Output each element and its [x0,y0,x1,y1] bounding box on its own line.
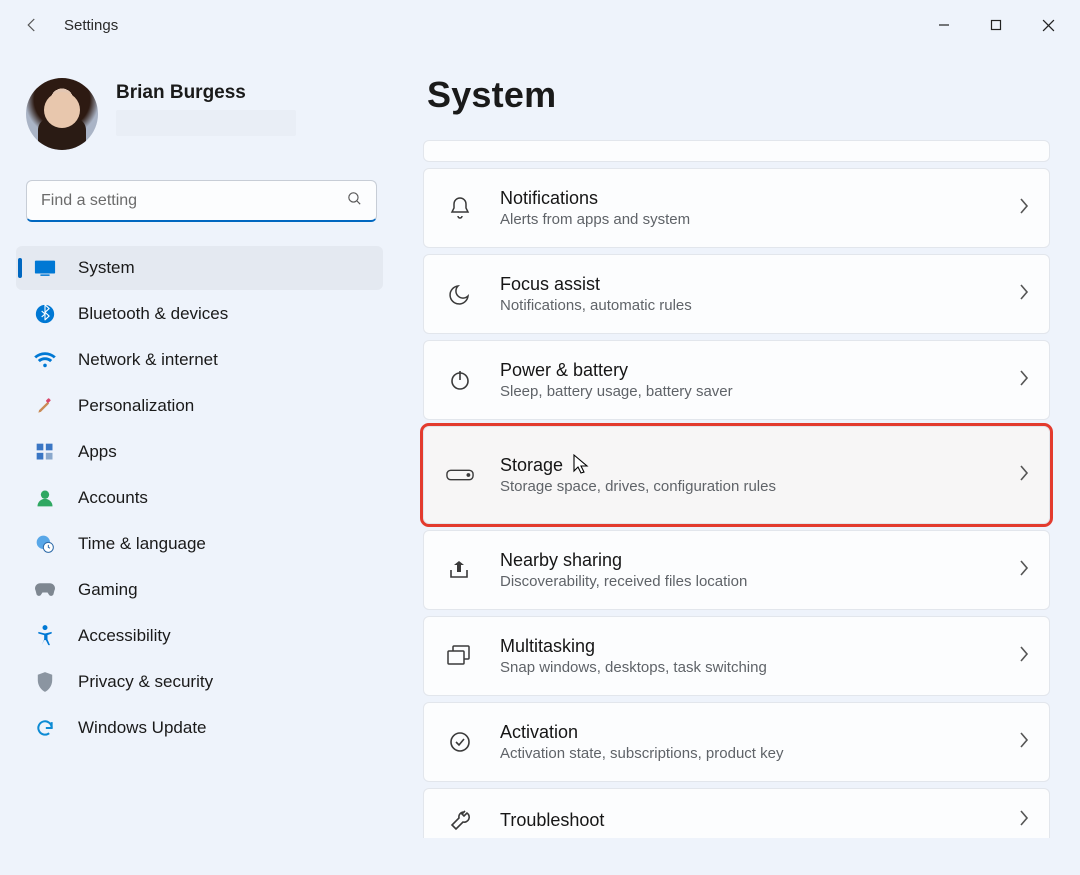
card-storage[interactable]: Storage Storage space, drives, configura… [423,426,1050,524]
page-title: System [427,74,1050,116]
card-nearby-sharing[interactable]: Nearby sharing Discoverability, received… [423,530,1050,610]
wrench-icon [446,807,474,835]
sidebar-item-accounts[interactable]: Accounts [16,476,383,520]
clock-globe-icon [34,533,56,555]
apps-icon [34,441,56,463]
chevron-right-icon [1019,370,1029,391]
card-focus-assist[interactable]: Focus assist Notifications, automatic ru… [423,254,1050,334]
titlebar: Settings [0,0,1080,50]
paintbrush-icon [34,395,56,417]
sidebar-item-network[interactable]: Network & internet [16,338,383,382]
search-icon [346,190,363,212]
gamepad-icon [34,579,56,601]
card-subtitle: Alerts from apps and system [500,211,993,228]
sidebar-item-label: Gaming [78,580,138,600]
chevron-right-icon [1019,465,1029,486]
profile-name: Brian Burgess [116,78,296,104]
sidebar-item-privacy[interactable]: Privacy & security [16,660,383,704]
checkmark-circle-icon [446,728,474,756]
card-subtitle: Snap windows, desktops, task switching [500,659,993,676]
sidebar-item-label: Network & internet [78,350,218,370]
card-subtitle: Activation state, subscriptions, product… [500,745,993,762]
card-title: Multitasking [500,636,993,657]
maximize-button[interactable] [970,5,1022,45]
sidebar-item-label: Privacy & security [78,672,213,692]
card-subtitle: Discoverability, received files location [500,573,993,590]
chevron-right-icon [1019,732,1029,753]
sidebar-item-gaming[interactable]: Gaming [16,568,383,612]
card-title: Activation [500,722,993,743]
sidebar-item-accessibility[interactable]: Accessibility [16,614,383,658]
display-icon [34,257,56,279]
drive-icon [446,461,474,489]
card-subtitle: Sleep, battery usage, battery saver [500,383,993,400]
back-button[interactable] [16,9,48,41]
sidebar-item-label: System [78,258,135,278]
power-icon [446,366,474,394]
chevron-right-icon [1019,198,1029,219]
wifi-icon [34,349,56,371]
update-icon [34,717,56,739]
card-title: Notifications [500,188,993,209]
accessibility-icon [34,625,56,647]
sidebar-item-time[interactable]: Time & language [16,522,383,566]
card-title: Storage [500,455,993,476]
share-icon [446,556,474,584]
sidebar-item-bluetooth[interactable]: Bluetooth & devices [16,292,383,336]
profile-block[interactable]: Brian Burgess [16,50,395,170]
sidebar: Brian Burgess System Bluetooth & devic [0,50,395,875]
card-troubleshoot[interactable]: Troubleshoot [423,788,1050,838]
moon-icon [446,280,474,308]
avatar [26,78,98,150]
chevron-right-icon [1019,560,1029,581]
search-input[interactable] [26,180,377,222]
card-subtitle: Storage space, drives, configuration rul… [500,478,993,495]
search-box[interactable] [26,180,377,222]
sidebar-item-label: Bluetooth & devices [78,304,228,324]
chevron-right-icon [1019,810,1029,831]
chevron-right-icon [1019,284,1029,305]
person-icon [34,487,56,509]
minimize-button[interactable] [918,5,970,45]
card-title: Focus assist [500,274,993,295]
bell-icon [446,194,474,222]
card-power-battery[interactable]: Power & battery Sleep, battery usage, ba… [423,340,1050,420]
profile-email-redacted [116,110,296,136]
window-controls [918,5,1074,45]
card-title: Troubleshoot [500,810,993,831]
sidebar-item-label: Personalization [78,396,194,416]
sidebar-item-system[interactable]: System [16,246,383,290]
card-title: Power & battery [500,360,993,381]
sidebar-item-label: Time & language [78,534,206,554]
settings-card-list: Notifications Alerts from apps and syste… [423,140,1050,838]
chevron-right-icon [1019,646,1029,667]
window-title: Settings [64,17,118,34]
sidebar-item-update[interactable]: Windows Update [16,706,383,750]
sidebar-nav: System Bluetooth & devices Network & int… [16,246,395,750]
sidebar-item-label: Accessibility [78,626,171,646]
card-subtitle: Notifications, automatic rules [500,297,993,314]
main-panel: System Notifications Alerts from apps an… [395,50,1080,875]
card-activation[interactable]: Activation Activation state, subscriptio… [423,702,1050,782]
sidebar-item-apps[interactable]: Apps [16,430,383,474]
sidebar-item-label: Windows Update [78,718,207,738]
windows-icon [446,642,474,670]
card-peek-top[interactable] [423,140,1050,162]
card-title: Nearby sharing [500,550,993,571]
sidebar-item-personalization[interactable]: Personalization [16,384,383,428]
close-button[interactable] [1022,5,1074,45]
card-multitasking[interactable]: Multitasking Snap windows, desktops, tas… [423,616,1050,696]
bluetooth-icon [34,303,56,325]
sidebar-item-label: Accounts [78,488,148,508]
sidebar-item-label: Apps [78,442,117,462]
shield-icon [34,671,56,693]
card-notifications[interactable]: Notifications Alerts from apps and syste… [423,168,1050,248]
